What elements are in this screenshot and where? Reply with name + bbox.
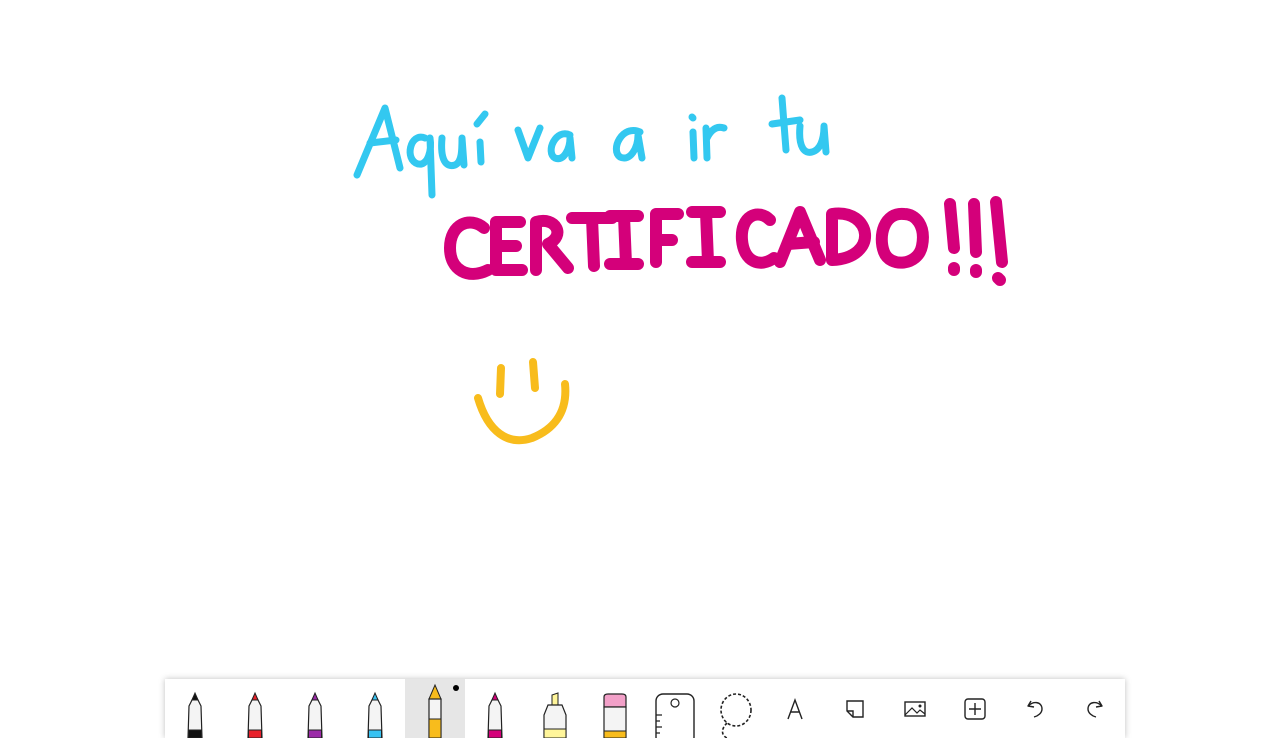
active-indicator-dot xyxy=(453,685,459,691)
lasso-select-button[interactable] xyxy=(705,679,765,738)
pen-icon xyxy=(180,679,210,738)
pen-icon xyxy=(480,679,510,738)
pen-yellow-button[interactable] xyxy=(405,679,465,738)
eraser-icon xyxy=(600,679,630,738)
undo-icon xyxy=(1020,679,1050,738)
ink-layer xyxy=(353,94,1008,445)
inking-toolbar xyxy=(165,679,1125,738)
redo-icon xyxy=(1080,679,1110,738)
lasso-icon xyxy=(713,679,757,738)
ruler-button[interactable] xyxy=(645,679,705,738)
add-button[interactable] xyxy=(945,679,1005,738)
sticky-note-button[interactable] xyxy=(825,679,885,738)
handwriting-line-2 xyxy=(444,196,1008,286)
pencil-icon xyxy=(420,679,450,738)
ruler-icon xyxy=(653,679,697,738)
text-button[interactable] xyxy=(765,679,825,738)
highlighter-button[interactable] xyxy=(525,679,585,738)
image-button[interactable] xyxy=(885,679,945,738)
eraser-button[interactable] xyxy=(585,679,645,738)
pen-red-button[interactable] xyxy=(225,679,285,738)
redo-button[interactable] xyxy=(1065,679,1125,738)
undo-button[interactable] xyxy=(1005,679,1065,738)
drawing-canvas[interactable]: Aquí va a ir tu CERTIFICADO!!! xyxy=(0,0,1266,738)
image-icon xyxy=(900,679,930,738)
text-icon xyxy=(780,679,810,738)
add-icon xyxy=(960,679,990,738)
pen-icon xyxy=(300,679,330,738)
handwriting-line-1 xyxy=(353,94,830,199)
pen-blue-button[interactable] xyxy=(345,679,405,738)
pen-black-button[interactable] xyxy=(165,679,225,738)
highlighter-icon xyxy=(533,679,577,738)
sticky-note-icon xyxy=(840,679,870,738)
pen-icon xyxy=(240,679,270,738)
pen-icon xyxy=(360,679,390,738)
pen-purple-button[interactable] xyxy=(285,679,345,738)
pen-magenta-button[interactable] xyxy=(465,679,525,738)
smiley-doodle xyxy=(474,358,570,445)
